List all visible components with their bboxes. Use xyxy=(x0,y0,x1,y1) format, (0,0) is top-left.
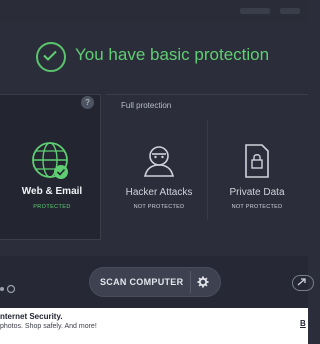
hacker-icon[interactable] xyxy=(140,142,178,180)
lock-icon[interactable] xyxy=(242,143,272,179)
help-icon[interactable]: ? xyxy=(81,96,94,109)
private-data-label: Private Data xyxy=(229,187,285,198)
check-circle-icon xyxy=(36,42,66,72)
status-message: You have basic protection xyxy=(75,45,270,64)
promo-subtitle: photos. Shop safely. And more! xyxy=(0,323,97,330)
web-email-status: PROTECTED xyxy=(33,204,71,210)
status-dots-icon[interactable] xyxy=(0,284,20,294)
full-protection-title: Full protection xyxy=(121,101,172,110)
promo-title: nternet Security. xyxy=(0,312,63,321)
card-divider xyxy=(207,120,208,220)
arrow-up-right-icon xyxy=(297,278,306,286)
protection-status: You have basic protection xyxy=(0,36,308,78)
gear-icon[interactable] xyxy=(197,276,209,288)
top-bar-control[interactable] xyxy=(280,8,300,14)
scan-button-divider xyxy=(190,271,191,293)
window-top-bar xyxy=(0,0,308,22)
scan-computer-label[interactable]: SCAN COMPUTER xyxy=(100,277,183,287)
top-bar-control[interactable] xyxy=(240,8,270,14)
hacker-attacks-label: Hacker Attacks xyxy=(125,187,193,198)
hacker-attacks-status: NOT PROTECTED xyxy=(133,204,185,210)
promo-link[interactable]: B xyxy=(300,319,306,328)
private-data-status: NOT PROTECTED xyxy=(231,204,283,210)
web-email-label: Web & Email xyxy=(21,186,83,197)
expand-button[interactable] xyxy=(292,275,314,291)
globe-check-icon xyxy=(32,142,68,179)
